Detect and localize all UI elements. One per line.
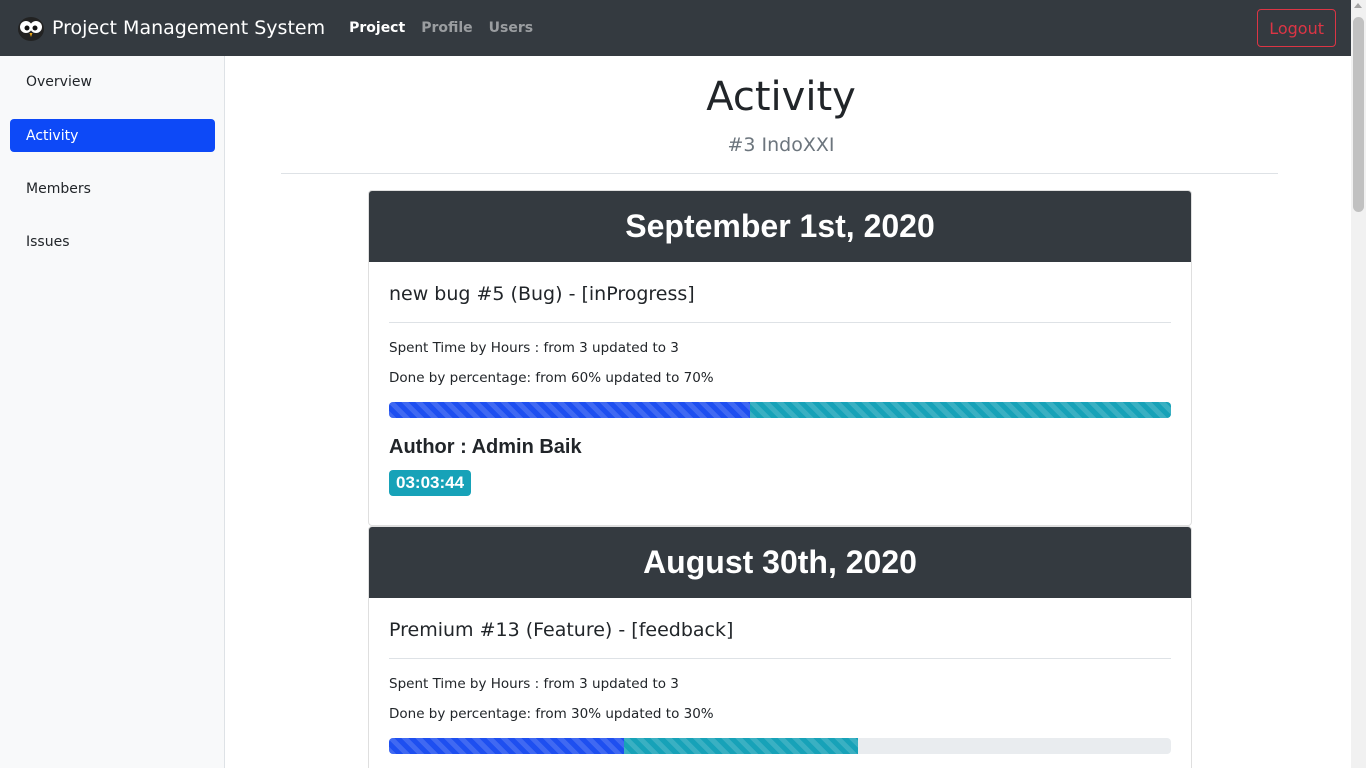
- sidebar: Overview Activity Members Issues: [0, 56, 225, 768]
- activity-card: September 1st, 2020 new bug #5 (Bug) - […: [368, 190, 1192, 526]
- nav-links: Project Profile Users: [349, 20, 549, 36]
- nav-link-users[interactable]: Users: [489, 20, 533, 36]
- progress-bar: [389, 402, 1171, 418]
- main-content: Activity #3 IndoXXI September 1st, 2020 …: [226, 56, 1336, 768]
- page-subtitle: #3 IndoXXI: [727, 134, 835, 156]
- logout-button[interactable]: Logout: [1257, 9, 1336, 47]
- activity-card-body: new bug #5 (Bug) - [inProgress] Spent Ti…: [369, 262, 1191, 496]
- nav-link-project[interactable]: Project: [349, 20, 405, 36]
- vertical-scrollbar[interactable]: [1351, 0, 1366, 768]
- progress-segment-current: [623, 738, 859, 754]
- done-percentage-text: Done by percentage: from 60% updated to …: [389, 370, 714, 386]
- progress-segment-previous: [389, 402, 751, 418]
- activity-card: August 30th, 2020 Premium #13 (Feature) …: [368, 526, 1192, 768]
- progress-bar: [389, 738, 1171, 754]
- brand-title: Project Management System: [52, 17, 326, 39]
- author-label: Author : Admin Baik: [389, 436, 582, 458]
- time-badge: 03:03:44: [389, 470, 472, 496]
- spent-time-text: Spent Time by Hours : from 3 updated to …: [389, 340, 679, 356]
- top-navbar: Project Management System Project Profil…: [0, 0, 1351, 56]
- nav-link-profile[interactable]: Profile: [421, 20, 472, 36]
- progress-segment-current: [750, 402, 1171, 418]
- page-title: Activity: [706, 74, 856, 120]
- progress-segment-previous: [389, 738, 624, 754]
- activity-date-header: September 1st, 2020: [369, 191, 1191, 262]
- sidebar-item-members[interactable]: Members: [10, 172, 215, 205]
- owl-logo-icon: [17, 14, 45, 42]
- spent-time-text: Spent Time by Hours : from 3 updated to …: [389, 676, 679, 692]
- done-percentage-text: Done by percentage: from 30% updated to …: [389, 706, 714, 722]
- scroll-thumb[interactable]: [1353, 17, 1364, 212]
- activity-entry-title: Premium #13 (Feature) - [feedback]: [389, 598, 1171, 659]
- brand[interactable]: Project Management System: [17, 14, 325, 42]
- activity-entry-title: new bug #5 (Bug) - [inProgress]: [389, 262, 1171, 323]
- title-divider: [281, 173, 1278, 174]
- sidebar-item-activity[interactable]: Activity: [10, 119, 215, 152]
- activity-date-header: August 30th, 2020: [369, 527, 1191, 598]
- scroll-up-arrow-icon[interactable]: [1354, 3, 1362, 8]
- activity-card-body: Premium #13 (Feature) - [feedback] Spent…: [369, 598, 1191, 754]
- sidebar-item-overview[interactable]: Overview: [10, 65, 215, 98]
- sidebar-item-issues[interactable]: Issues: [10, 225, 215, 258]
